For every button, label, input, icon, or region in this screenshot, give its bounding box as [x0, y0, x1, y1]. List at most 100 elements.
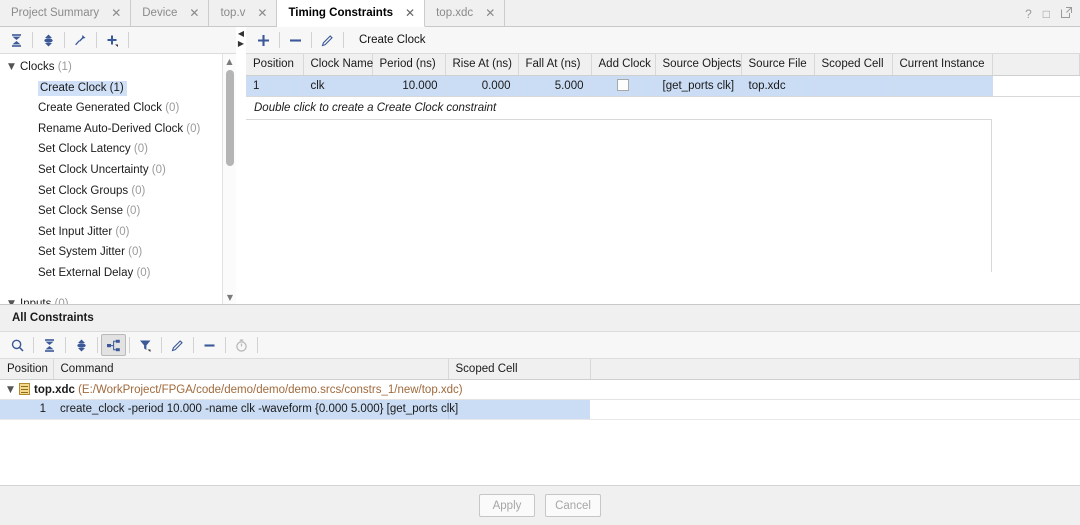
expand-right-icon[interactable]: ▶ [238, 39, 244, 48]
constraint-tree: ▼ Clocks (1) Create Clock (1) Create Gene… [0, 54, 236, 304]
panel-splitter[interactable]: ◀ ▶ [236, 29, 246, 51]
sidebar-item-set-clock-sense[interactable]: Set Clock Sense (0) [0, 201, 236, 222]
column-header-period[interactable]: Period (ns) [372, 54, 446, 76]
collapse-all-icon[interactable] [4, 29, 29, 51]
table-row[interactable]: 1 create_clock -period 10.000 -name clk … [0, 399, 1080, 420]
sidebar-item-set-system-jitter[interactable]: Set System Jitter (0) [0, 242, 236, 263]
chevron-down-icon[interactable]: ▼ [8, 57, 20, 78]
cell-add-clock[interactable] [591, 75, 656, 97]
tree-item-count: (0) [115, 225, 130, 238]
sidebar-item-set-clock-groups[interactable]: Set Clock Groups (0) [0, 181, 236, 202]
expand-all-icon[interactable] [36, 29, 61, 51]
edit-constraint-icon[interactable] [315, 29, 340, 51]
scrollbar-thumb[interactable] [226, 70, 234, 166]
tab-top-v[interactable]: top.v ✕ [209, 0, 278, 26]
sidebar-item-set-input-jitter[interactable]: Set Input Jitter (0) [0, 222, 236, 243]
close-icon[interactable]: ✕ [111, 7, 121, 19]
remove-constraint-icon[interactable] [283, 29, 308, 51]
scroll-up-icon[interactable]: ▲ [223, 54, 236, 68]
toolbar-separator [225, 337, 226, 353]
cell-current-instance[interactable] [892, 75, 993, 97]
collapse-all-icon[interactable] [37, 334, 62, 356]
cell-source-objects[interactable]: [get_ports clk] [655, 75, 742, 97]
column-header-position[interactable]: Position [0, 359, 54, 380]
cancel-button[interactable]: Cancel [545, 494, 601, 517]
apply-button[interactable]: Apply [479, 494, 535, 517]
column-header-source-objects[interactable]: Source Objects [655, 54, 742, 76]
table-row[interactable]: 1 clk 10.000 0.000 5.000 [get_ports clk]… [246, 75, 1080, 97]
all-constraints-panel: All Constraints Position Command Scoped … [0, 304, 1080, 485]
toolbar-separator [128, 32, 129, 48]
tab-device[interactable]: Device ✕ [131, 0, 210, 26]
edit-icon[interactable] [165, 334, 190, 356]
expand-all-icon[interactable] [69, 334, 94, 356]
maximize-icon[interactable]: □ [1043, 8, 1050, 20]
tab-timing-constraints[interactable]: Timing Constraints ✕ [277, 0, 426, 27]
tree-item-label: Set External Delay [38, 266, 134, 279]
filter-icon[interactable] [133, 334, 158, 356]
toolbar-separator [129, 337, 130, 353]
close-icon[interactable]: ✕ [257, 7, 267, 19]
tree-item-label: Create Generated Clock [38, 102, 163, 115]
column-header-scoped-cell[interactable]: Scoped Cell [814, 54, 893, 76]
toolbar-separator [65, 337, 66, 353]
sidebar-item-create-clock[interactable]: Create Clock (1) [0, 78, 236, 99]
tree-item-count: (0) [131, 184, 146, 197]
cell-fall-at[interactable]: 5.000 [518, 75, 592, 97]
scroll-down-icon[interactable]: ▼ [223, 290, 237, 304]
toolbar-separator [311, 32, 312, 48]
collapse-left-icon[interactable]: ◀ [238, 29, 244, 38]
float-icon[interactable] [1061, 7, 1072, 20]
tree-item-count: (0) [165, 102, 180, 115]
constraint-file-row[interactable]: ▼ top.xdc (E:/WorkProject/FPGA/code/demo/… [0, 379, 1080, 400]
toolbar-separator [96, 32, 97, 48]
toolbar-separator [64, 32, 65, 48]
sidebar-item-set-clock-uncertainty[interactable]: Set Clock Uncertainty (0) [0, 160, 236, 181]
help-icon[interactable]: ? [1025, 8, 1032, 20]
tab-label: top.xdc [436, 7, 474, 19]
chevron-down-icon[interactable]: ▼ [7, 385, 19, 395]
cell-scoped-cell[interactable] [447, 399, 590, 420]
close-icon[interactable]: ✕ [189, 7, 199, 19]
sidebar-item-create-generated-clock[interactable]: Create Generated Clock (0) [0, 98, 236, 119]
column-header-clock-name[interactable]: Clock Name [303, 54, 373, 76]
pin-icon[interactable] [68, 29, 93, 51]
tree-group-count: (1) [57, 61, 72, 73]
tab-project-summary[interactable]: Project Summary ✕ [0, 0, 132, 26]
add-constraint-icon[interactable] [251, 29, 276, 51]
all-constraints-title: All Constraints [0, 305, 1080, 332]
create-constraint-hint[interactable]: Double click to create a Create Clock co… [246, 96, 992, 120]
add-icon[interactable] [100, 29, 125, 51]
cell-rise-at[interactable]: 0.000 [445, 75, 519, 97]
sidebar-item-set-external-delay[interactable]: Set External Delay (0) [0, 263, 236, 284]
search-icon[interactable] [5, 334, 30, 356]
column-header-add-clock[interactable]: Add Clock [591, 54, 656, 76]
column-header-fall-at[interactable]: Fall At (ns) [518, 54, 592, 76]
column-header-rise-at[interactable]: Rise At (ns) [445, 54, 519, 76]
tab-top-xdc[interactable]: top.xdc ✕ [425, 0, 506, 26]
tree-item-label: Rename Auto-Derived Clock [38, 122, 184, 135]
column-header-command[interactable]: Command [53, 359, 449, 380]
right-toolbar: Create Clock [246, 27, 1080, 54]
cell-clock-name[interactable]: clk [303, 75, 373, 97]
hierarchy-icon[interactable] [101, 334, 126, 356]
column-header-scoped-cell[interactable]: Scoped Cell [448, 359, 591, 380]
cell-period[interactable]: 10.000 [372, 75, 446, 97]
tree-item-label: Set System Jitter [38, 246, 125, 259]
column-header-source-file[interactable]: Source File [741, 54, 815, 76]
dialog-footer: Apply Cancel [0, 485, 1080, 525]
cell-command[interactable]: create_clock -period 10.000 -name clk -w… [53, 399, 458, 420]
sidebar-item-set-clock-latency[interactable]: Set Clock Latency (0) [0, 139, 236, 160]
close-icon[interactable]: ✕ [405, 7, 415, 19]
tree-scrollbar[interactable]: ▲ ▼ [222, 54, 236, 304]
column-header-position[interactable]: Position [246, 54, 304, 76]
delete-icon[interactable] [197, 334, 222, 356]
sidebar-item-rename-auto-derived-clock[interactable]: Rename Auto-Derived Clock (0) [0, 119, 236, 140]
constraint-file-cell[interactable]: ▼ top.xdc (E:/WorkProject/FPGA/code/demo/… [0, 379, 1080, 400]
add-clock-checkbox[interactable] [617, 79, 629, 91]
cell-scoped-cell[interactable] [814, 75, 893, 97]
constraint-file-path: (E:/WorkProject/FPGA/code/demo/demo/demo… [78, 383, 463, 396]
close-icon[interactable]: ✕ [485, 7, 495, 19]
column-header-current-instance[interactable]: Current Instance [892, 54, 993, 76]
tree-group-clocks[interactable]: ▼ Clocks (1) [0, 57, 236, 78]
